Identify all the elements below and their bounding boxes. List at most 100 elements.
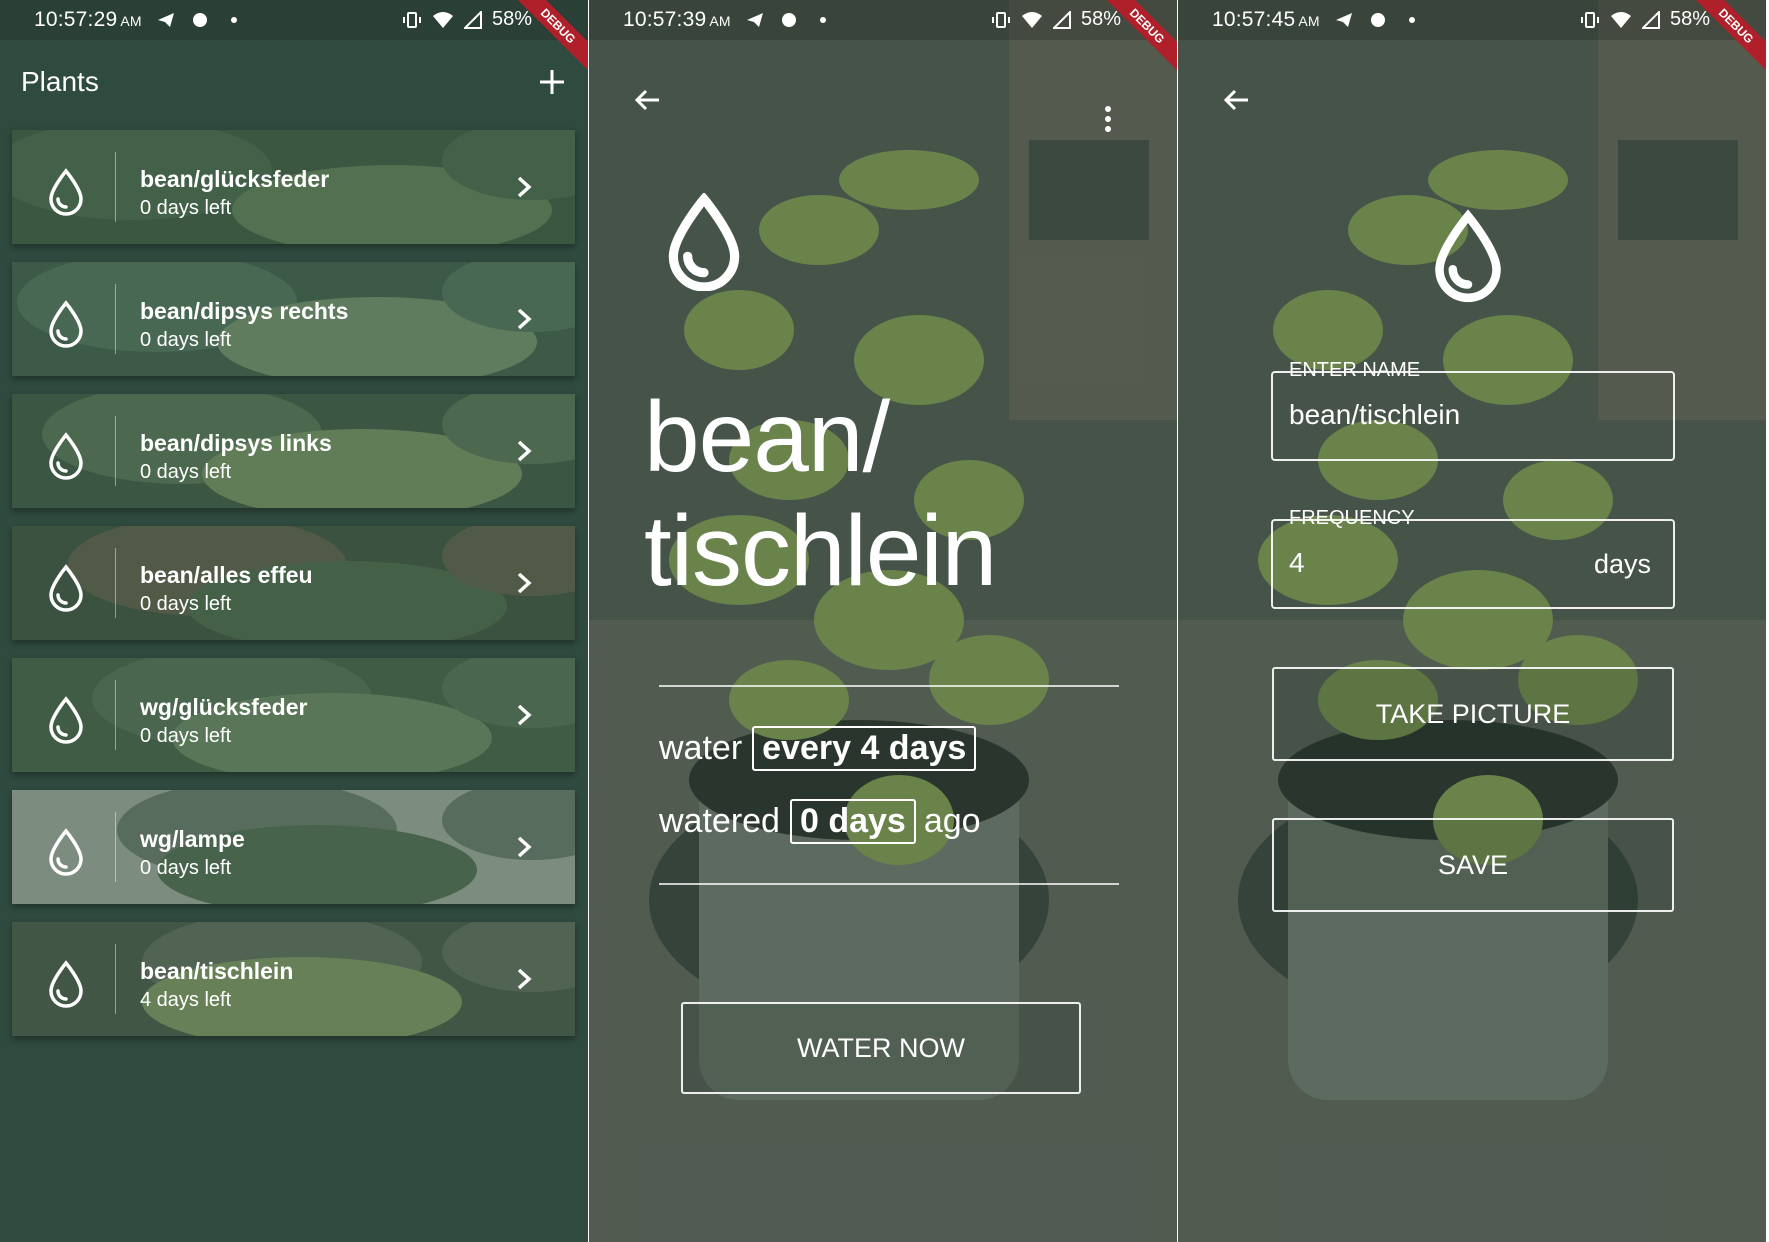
plant-card[interactable]: bean/dipsys rechts 0 days left [12, 262, 575, 376]
plant-name: bean/dipsys links [140, 430, 332, 456]
plant-card[interactable]: bean/glücksfeder 0 days left [12, 130, 575, 244]
water-drop-icon [668, 193, 740, 291]
vibrate-icon [402, 11, 421, 28]
signal-icon [463, 10, 482, 29]
frequency-field-value[interactable]: 4 [1289, 547, 1305, 579]
telegram-icon [1335, 13, 1352, 27]
plant-card[interactable]: bean/alles effeu 0 days left [12, 526, 575, 640]
plant-card[interactable]: bean/tischlein 4 days left [12, 922, 575, 1036]
days-left: 0 days left [140, 329, 232, 351]
watered-ago-row: watered 0 days ago [659, 799, 981, 844]
chevron-right-icon[interactable] [513, 438, 535, 464]
chevron-right-icon[interactable] [513, 834, 535, 860]
plant-card[interactable]: wg/lampe 0 days left [12, 790, 575, 904]
circle-icon [192, 13, 207, 27]
photo-tint-overlay [1178, 0, 1766, 1242]
name-field-value[interactable]: bean/tischlein [1289, 399, 1460, 431]
card-divider [115, 548, 116, 618]
watered-days-value: 0 days [789, 799, 916, 844]
water-drop-icon [1435, 209, 1501, 302]
telegram-icon [157, 13, 174, 27]
chevron-right-icon[interactable] [513, 966, 535, 992]
signal-icon [1052, 10, 1071, 29]
water-drop-icon [49, 168, 83, 216]
water-drop-icon [49, 432, 83, 480]
plant-card-tint [12, 922, 575, 1036]
plant-name-title: bean/ tischlein [644, 380, 1164, 608]
water-drop-icon [49, 960, 83, 1008]
days-left: 0 days left [140, 725, 232, 747]
plant-name-line-2: tischlein [644, 495, 997, 607]
app-bar: Plants [0, 40, 588, 124]
plant-name: bean/dipsys rechts [140, 298, 349, 324]
wifi-icon [1610, 11, 1631, 28]
frequency-field-label: FREQUENCY [1289, 507, 1415, 529]
water-drop-icon [49, 696, 83, 744]
add-icon[interactable] [532, 62, 572, 102]
name-field[interactable]: ENTER NAME bean/tischlein [1271, 359, 1675, 461]
telegram-icon [746, 13, 763, 27]
frequency-field[interactable]: FREQUENCY 4 days [1271, 507, 1675, 609]
circle-icon [781, 13, 796, 27]
chevron-right-icon[interactable] [513, 570, 535, 596]
status-time: 10:57:39 AM [623, 8, 731, 31]
plant-name: bean/glücksfeder [140, 166, 330, 192]
take-picture-button[interactable]: TAKE PICTURE [1272, 667, 1674, 761]
plant-list-screen: 10:57:29 AM 58% DEBUG Plants bean/glücksf… [0, 0, 588, 1242]
days-left: 0 days left [140, 857, 232, 879]
chevron-right-icon[interactable] [513, 174, 535, 200]
more-vert-icon[interactable] [1103, 104, 1113, 134]
card-divider [115, 812, 116, 882]
status-time: 10:57:29 AM [34, 8, 142, 31]
plant-list: bean/glücksfeder 0 days left bean/dipsys… [12, 130, 575, 1054]
chevron-right-icon[interactable] [513, 306, 535, 332]
card-divider [115, 152, 116, 222]
plant-name: wg/glücksfeder [140, 694, 308, 720]
water-frequency-value: every 4 days [752, 726, 977, 771]
status-bar: 10:57:29 AM 58% DEBUG [0, 0, 588, 76]
chevron-right-icon[interactable] [513, 702, 535, 728]
days-left: 0 days left [140, 461, 232, 483]
plant-name: bean/alles effeu [140, 562, 313, 588]
vibrate-icon [1580, 11, 1599, 28]
days-left: 4 days left [140, 989, 232, 1011]
divider-top [659, 685, 1119, 687]
wifi-icon [1021, 11, 1042, 28]
days-left: 0 days left [140, 593, 232, 615]
plant-edit-screen: 10:57:45 AM 58% DEBUG ENTER NAME bean/tis… [1178, 0, 1766, 1242]
status-time: 10:57:45 AM [1212, 8, 1320, 31]
back-arrow-icon[interactable] [631, 84, 663, 116]
signal-icon [1641, 10, 1660, 29]
plant-name-line-1: bean/ [644, 381, 890, 493]
water-drop-icon [49, 828, 83, 876]
status-bar: 10:57:39 AM 58% DEBUG [589, 0, 1177, 76]
water-drop-icon [49, 564, 83, 612]
divider-bottom [659, 883, 1119, 885]
back-arrow-icon[interactable] [1220, 84, 1252, 116]
plant-name: bean/tischlein [140, 958, 294, 984]
water-frequency-row: water every 4 days [659, 726, 984, 771]
battery-text: 58% [1669, 8, 1710, 30]
plant-card[interactable]: wg/glücksfeder 0 days left [12, 658, 575, 772]
page-title: Plants [21, 66, 99, 97]
vibrate-icon [991, 11, 1010, 28]
battery-text: 58% [1080, 8, 1121, 30]
plant-name: wg/lampe [140, 826, 245, 852]
dot-icon [1408, 17, 1415, 23]
card-divider [115, 416, 116, 486]
dot-icon [819, 17, 826, 23]
water-now-button[interactable]: WATER NOW [681, 1002, 1081, 1094]
status-bar: 10:57:45 AM 58% DEBUG [1178, 0, 1766, 76]
plant-card[interactable]: bean/dipsys links 0 days left [12, 394, 575, 508]
save-button[interactable]: SAVE [1272, 818, 1674, 912]
watered-suffix: ago [923, 802, 981, 840]
circle-icon [1370, 13, 1385, 27]
wifi-icon [432, 11, 453, 28]
card-divider [115, 680, 116, 750]
card-divider [115, 944, 116, 1014]
water-prefix: water [659, 729, 743, 767]
water-drop-icon [49, 300, 83, 348]
battery-text: 58% [491, 8, 532, 30]
frequency-suffix: days [1593, 549, 1651, 579]
dot-icon [230, 17, 237, 23]
